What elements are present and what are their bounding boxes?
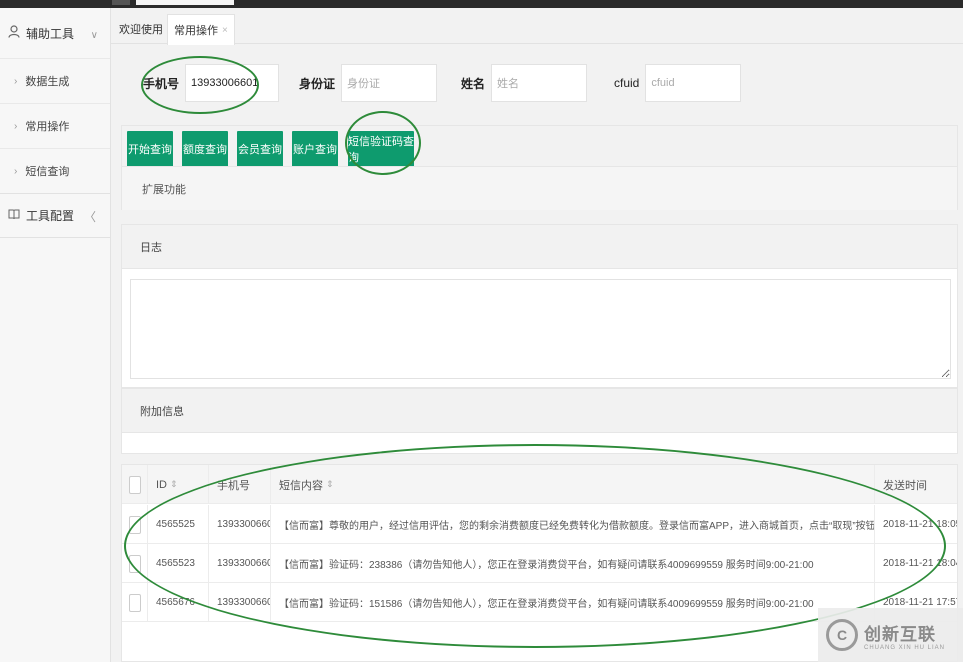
tab-label: 欢迎使用 — [119, 24, 163, 36]
watermark-text: 创新互联 CHUANG XIN HU LIAN — [864, 620, 945, 651]
watermark-en: CHUANG XIN HU LIAN — [864, 644, 946, 651]
sidebar-item-common-ops[interactable]: › 常用操作 — [0, 103, 110, 148]
chevron-down-icon: ∨ — [90, 30, 98, 41]
idcard-label: 身份证 — [299, 76, 336, 91]
table-row[interactable]: 4565525 13933006601 【信而富】尊敬的用户，经过信用评估，您的… — [122, 505, 957, 544]
cell-content: 【信而富】验证码：151586（请勿告知他人），您正在登录消费贷平台，如有疑问请… — [271, 583, 875, 622]
sidebar-group-label: 工具配置 — [26, 209, 75, 223]
sidebar-item-label: 数据生成 — [25, 76, 70, 88]
chevron-right-icon: › — [14, 165, 18, 177]
header-phone: 手机号 — [209, 465, 271, 504]
member-query-button[interactable]: 会员查询 — [237, 131, 283, 167]
extra-info-title: 附加信息 — [122, 389, 957, 433]
header-id-label: ID — [156, 478, 167, 491]
name-group: 姓名 姓名 — [461, 64, 588, 102]
extra-info-panel: 附加信息 — [121, 388, 958, 454]
cell-id: 4565525 — [148, 505, 209, 544]
tab-common-ops[interactable]: 常用操作 × — [167, 14, 235, 45]
cell-phone: 13933006601 — [209, 544, 271, 583]
cfuid-group: cfuid cfuid — [614, 64, 742, 102]
row-checkbox-cell — [122, 544, 148, 583]
limit-query-button[interactable]: 额度查询 — [182, 131, 228, 167]
sort-icon[interactable]: ⇕ — [170, 479, 178, 490]
cell-content: 【信而富】验证码：238386（请勿告知他人），您正在登录消费贷平台，如有疑问请… — [271, 544, 875, 583]
header-content-label: 短信内容 — [279, 479, 323, 492]
cfuid-label: cfuid — [614, 76, 640, 90]
phone-group: 手机号 13933006601 — [143, 64, 280, 102]
sidebar-item-label: 常用操作 — [25, 121, 70, 133]
row-checkbox[interactable] — [128, 593, 141, 612]
cell-id: 4565676 — [148, 583, 209, 622]
header-checkbox-cell — [122, 465, 148, 504]
sidebar-group-tools[interactable]: 辅助工具 ∨ — [0, 8, 110, 58]
sms-code-query-button[interactable]: 短信验证码查询 — [348, 131, 414, 167]
chevron-right-icon: › — [14, 75, 18, 87]
account-query-button[interactable]: 账户查询 — [292, 131, 338, 167]
idcard-input[interactable]: 身份证 — [341, 64, 438, 102]
top-bar-tab[interactable] — [136, 0, 234, 5]
top-bar — [0, 0, 963, 8]
sidebar-item-data-gen[interactable]: › 数据生成 — [0, 58, 110, 103]
cell-content: 【信而富】尊敬的用户，经过信用评估，您的剩余消费额度已经免费转化为借款额度。登录… — [271, 505, 875, 544]
name-input[interactable]: 姓名 — [491, 64, 588, 102]
watermark-cn: 创新互联 — [864, 624, 936, 644]
start-query-button[interactable]: 开始查询 — [127, 131, 173, 167]
row-checkbox-cell — [122, 505, 148, 544]
sidebar: 辅助工具 ∨ › 数据生成 › 常用操作 › 短信查询 工具配置 〈 — [0, 8, 111, 662]
row-checkbox-cell — [122, 583, 148, 622]
book-icon — [8, 209, 22, 223]
row-checkbox[interactable] — [128, 554, 141, 573]
cell-phone: 13933006601 — [209, 505, 271, 544]
user-icon — [8, 25, 22, 41]
phone-label: 手机号 — [143, 76, 180, 91]
log-title: 日志 — [122, 225, 957, 269]
header-content[interactable]: 短信内容 ⇕ — [271, 465, 875, 504]
sort-icon[interactable]: ⇕ — [326, 479, 334, 490]
toolbar: 开始查询 额度查询 会员查询 账户查询 短信验证码查询 扩展功能 — [121, 125, 958, 210]
header-id[interactable]: ID ⇕ — [148, 465, 209, 504]
table-row[interactable]: 4565523 13933006601 【信而富】验证码：238386（请勿告知… — [122, 544, 957, 583]
watermark-logo-icon: C — [826, 619, 858, 651]
sidebar-group-label: 辅助工具 — [26, 26, 75, 41]
top-bar-control[interactable] — [112, 0, 130, 5]
select-all-checkbox[interactable] — [128, 475, 141, 494]
cell-id: 4565523 — [148, 544, 209, 583]
log-panel: 日志 — [121, 224, 958, 388]
close-icon[interactable]: × — [222, 25, 228, 36]
tab-bar: 欢迎使用 × 常用操作 × — [111, 8, 963, 45]
table-header: ID ⇕ 手机号 短信内容 ⇕ 发送时间 — [122, 465, 957, 504]
chevron-left-icon: 〈 — [83, 210, 96, 224]
chevron-right-icon: › — [14, 120, 18, 132]
sidebar-group-config[interactable]: 工具配置 〈 — [0, 193, 110, 238]
sidebar-item-sms-query[interactable]: › 短信查询 — [0, 148, 110, 193]
watermark: C 创新互联 CHUANG XIN HU LIAN — [818, 608, 963, 662]
sidebar-item-label: 短信查询 — [25, 166, 70, 178]
extension-section[interactable]: 扩展功能 — [122, 166, 957, 210]
row-checkbox[interactable] — [128, 515, 141, 534]
cell-time: 2018-11-21 18:04:... — [883, 558, 957, 569]
name-label: 姓名 — [461, 76, 486, 91]
phone-input[interactable]: 13933006601 — [185, 64, 280, 102]
tab-label: 常用操作 — [174, 25, 218, 37]
cell-phone: 13933006601 — [209, 583, 271, 622]
cfuid-input[interactable]: cfuid — [645, 64, 742, 102]
header-time: 发送时间 — [883, 479, 927, 492]
cell-time: 2018-11-21 18:05:... — [883, 519, 957, 530]
log-textarea[interactable] — [130, 279, 951, 379]
idcard-group: 身份证 身份证 — [299, 64, 438, 102]
